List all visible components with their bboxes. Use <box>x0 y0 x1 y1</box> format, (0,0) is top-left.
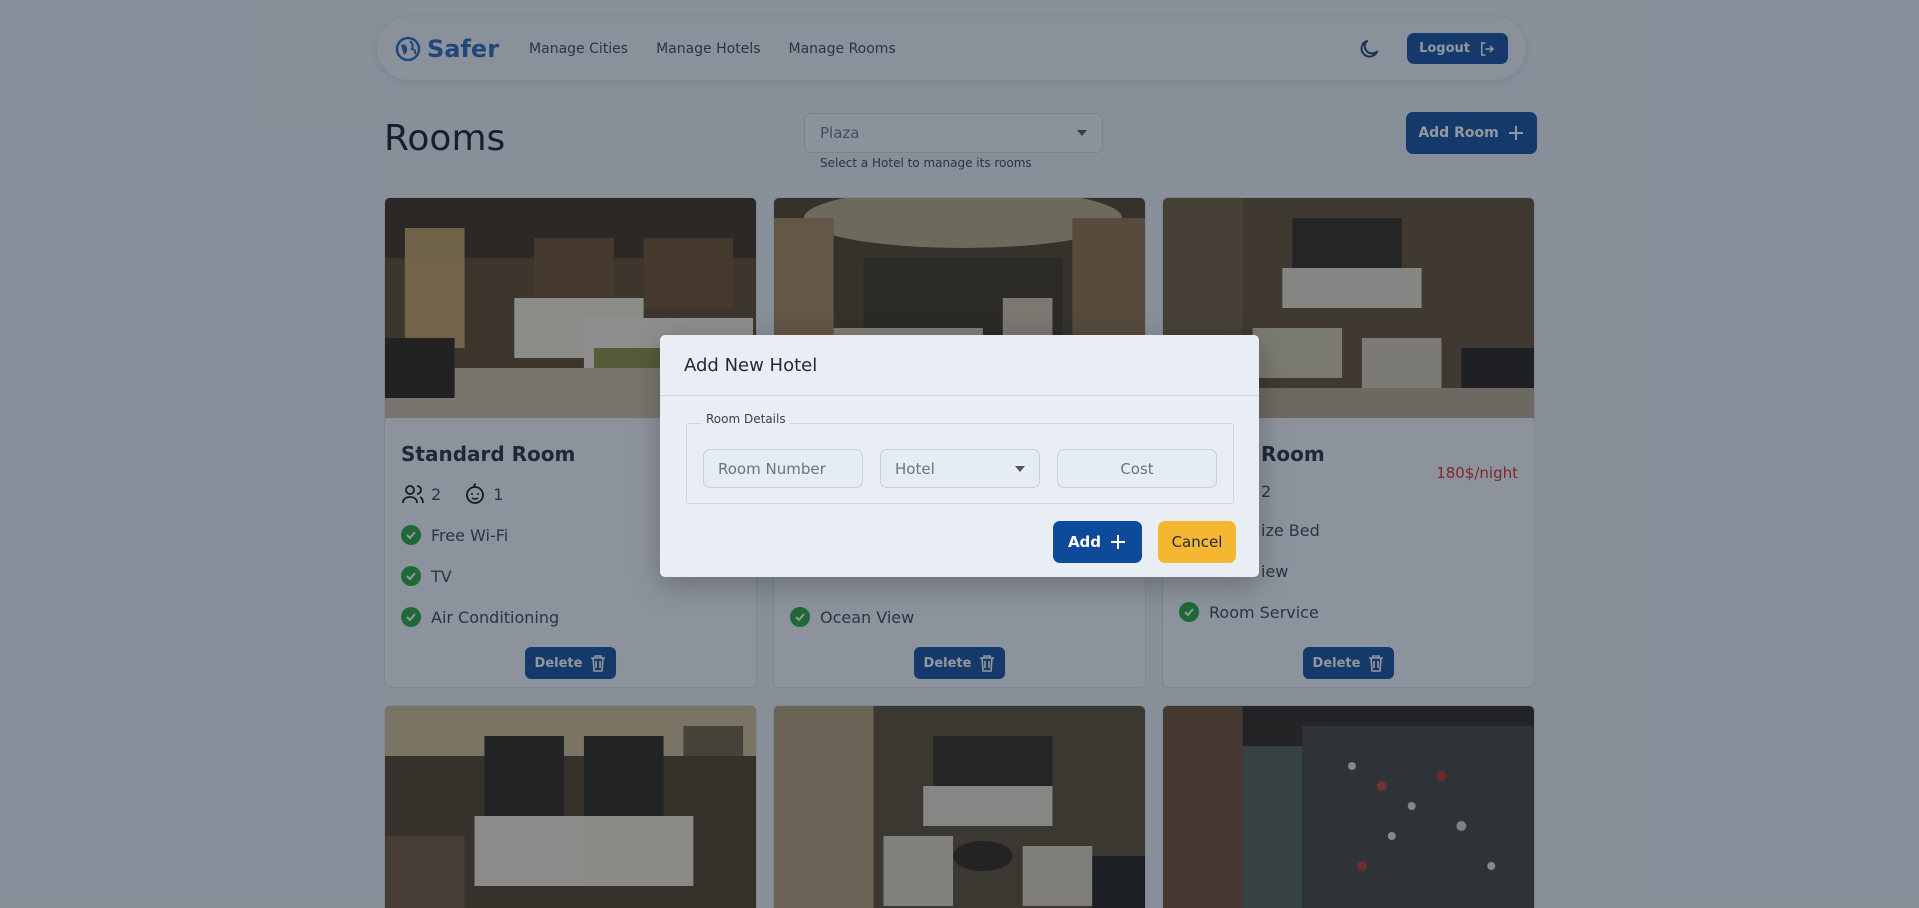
room-number-input[interactable]: Room Number <box>703 449 863 488</box>
room-number-placeholder: Room Number <box>718 459 826 478</box>
cost-placeholder: Cost <box>1120 459 1154 478</box>
add-label: Add <box>1067 533 1102 551</box>
hotel-select-field[interactable]: Hotel <box>880 449 1040 488</box>
cancel-button[interactable]: Cancel <box>1158 521 1236 563</box>
cost-input[interactable]: Cost <box>1057 449 1217 488</box>
add-hotel-modal: Add New Hotel Room Details Room Number H… <box>660 335 1259 577</box>
hotel-placeholder: Hotel <box>895 459 935 478</box>
room-details-legend: Room Details <box>702 412 790 426</box>
add-button[interactable]: Add <box>1053 521 1142 563</box>
plus-icon <box>1111 535 1126 549</box>
modal-title: Add New Hotel <box>684 354 818 376</box>
modal-header: Add New Hotel <box>660 335 1259 396</box>
chevron-down-icon <box>1015 465 1025 472</box>
